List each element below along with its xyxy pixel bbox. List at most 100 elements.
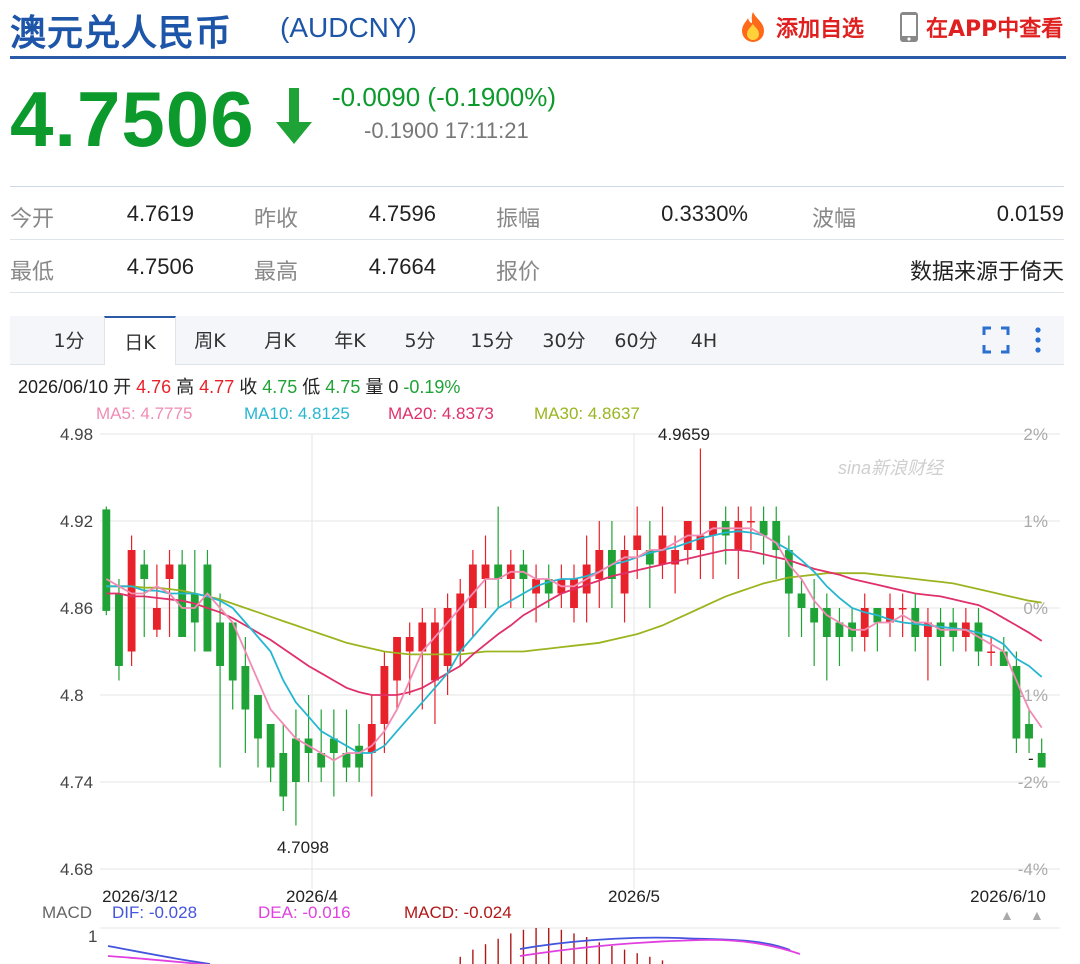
watermark-logo: sina新浪财经 bbox=[838, 458, 945, 478]
tab-1min[interactable]: 1分 bbox=[40, 316, 98, 364]
ma-legend-item: MA30: 4.8637 bbox=[534, 404, 640, 423]
stat-value: 0.3330% bbox=[661, 201, 748, 226]
x-tick-label: 2026/6/10 bbox=[970, 887, 1046, 906]
candle-body bbox=[228, 622, 237, 681]
fullscreen-icon[interactable] bbox=[982, 326, 1010, 354]
candle-body bbox=[570, 579, 578, 608]
phone-icon bbox=[900, 12, 918, 42]
candle-body bbox=[102, 509, 111, 611]
candle-info-part: 开 bbox=[108, 377, 136, 397]
stat-label: 最低 bbox=[10, 260, 55, 285]
tab-30min[interactable]: 30分 bbox=[532, 316, 596, 364]
tab-weekly-k[interactable]: 周K bbox=[180, 316, 240, 364]
candle-body bbox=[468, 564, 477, 608]
y-tick-label: 4.8 bbox=[60, 686, 84, 705]
ma-legend-item: MA10: 4.8125 bbox=[244, 404, 350, 423]
candle-info-part: 4.76 bbox=[136, 377, 171, 397]
candle-body bbox=[797, 593, 806, 608]
macd-value-legend: MACD: -0.024 bbox=[404, 903, 512, 922]
open-app-button[interactable]: 在APP中查看 bbox=[898, 10, 1063, 44]
last-price-marker: - bbox=[1028, 749, 1034, 768]
candle-body bbox=[784, 550, 793, 594]
stat-value: 4.7619 bbox=[126, 201, 194, 226]
candle-body bbox=[115, 593, 123, 666]
candle-info-part: -0.19% bbox=[398, 377, 460, 397]
candle-body bbox=[241, 666, 250, 710]
scroll-up-icon: ▲ bbox=[1000, 907, 1014, 923]
price-change-time: -0.1900 17:11:21 bbox=[364, 118, 529, 143]
candle-body bbox=[898, 608, 907, 610]
ma-legend-item: MA20: 4.8373 bbox=[388, 404, 494, 423]
data-source-note: 数据来源于倚天 bbox=[909, 260, 1064, 285]
open-app-label: 在APP中查看 bbox=[926, 17, 1064, 42]
candle-body bbox=[1037, 753, 1046, 768]
stat-label: 今开 bbox=[10, 207, 55, 232]
stat-value: 4.7596 bbox=[368, 201, 436, 226]
pct-tick-label: 1% bbox=[1023, 512, 1048, 531]
candle-body bbox=[1025, 724, 1033, 739]
candle-body bbox=[1012, 666, 1021, 739]
candle-body bbox=[456, 593, 465, 652]
y-tick-label: 4.74 bbox=[60, 773, 93, 792]
tab-15min[interactable]: 15分 bbox=[460, 316, 524, 364]
candle-body bbox=[481, 564, 490, 579]
stats-table: 今开 4.7619 昨收 4.7596 振幅 0.3330% 波幅 0.0159… bbox=[10, 186, 1064, 293]
candles bbox=[102, 448, 1046, 826]
min-price-label: 4.7098 bbox=[277, 838, 329, 857]
macd-y-tick: 1 bbox=[88, 927, 97, 946]
tab-60min[interactable]: 60分 bbox=[604, 316, 668, 364]
candle-info-part: 低 bbox=[297, 377, 325, 397]
candle-info-part: 4.75 bbox=[325, 377, 360, 397]
stat-value: 4.7506 bbox=[126, 254, 194, 279]
candle-body bbox=[734, 521, 743, 550]
pct-tick-label: -4% bbox=[1018, 860, 1048, 879]
candle-body bbox=[443, 608, 452, 666]
add-watchlist-button[interactable]: 添加自选 bbox=[736, 10, 864, 44]
scroll-down-icon: ▲ bbox=[1030, 907, 1044, 923]
price-change: -0.0090 (-0.1900%) bbox=[332, 82, 557, 112]
macd-dif-line bbox=[107, 936, 791, 964]
candle-info-part: 量 bbox=[360, 377, 388, 397]
candle-body bbox=[165, 564, 174, 579]
candle-body bbox=[431, 622, 439, 681]
candle-body bbox=[633, 535, 642, 550]
candle-body bbox=[279, 753, 288, 797]
tab-daily-k[interactable]: 日K bbox=[104, 316, 176, 365]
candle-body bbox=[127, 550, 136, 652]
candle-body bbox=[772, 521, 781, 550]
tab-4h[interactable]: 4H bbox=[676, 316, 732, 364]
stats-row: 今开 4.7619 昨收 4.7596 振幅 0.3330% 波幅 0.0159 bbox=[10, 187, 1064, 240]
tab-monthly-k[interactable]: 月K bbox=[250, 316, 310, 364]
kline-chart[interactable]: 2026/06/10 开 4.76 高 4.77 收 4.75 低 4.75 量… bbox=[0, 364, 1080, 964]
tab-5min[interactable]: 5分 bbox=[392, 316, 448, 364]
candle-body bbox=[216, 622, 224, 666]
candle-body bbox=[355, 745, 364, 768]
chart-grid: 4.98 2%4.92 1%4.86 0%4.8 -1%4.74 -2%4.68 -4%20… bbox=[60, 425, 1060, 906]
macd-dea-line bbox=[107, 938, 801, 964]
ma-lines bbox=[105, 527, 1043, 762]
pct-tick-label: 2% bbox=[1023, 425, 1048, 444]
candle-info-part: 0 bbox=[388, 377, 398, 397]
add-watchlist-label: 添加自选 bbox=[776, 17, 865, 42]
candle-body bbox=[393, 637, 401, 681]
more-menu-icon[interactable] bbox=[1032, 326, 1044, 354]
candle-info-part: 收 bbox=[234, 377, 262, 397]
macd-panel: MACD DIF: -0.028 DEA: -0.016 MACD: -0.024 1 ▲… bbox=[42, 903, 1060, 964]
header: 澳元兑人民币 (AUDCNY) 添加自选 在APP中查看 bbox=[10, 0, 1066, 59]
ma10-line bbox=[106, 530, 1043, 754]
stat-value: 0.0159 bbox=[996, 201, 1064, 226]
candle-info-part: 2026/06/10 bbox=[18, 377, 108, 397]
period-tabs: 1分 日K 周K 月K 年K 5分 15分 30分 60分 4H bbox=[10, 316, 1064, 365]
stat-label: 最高 bbox=[254, 260, 299, 285]
candle-info-part: 4.75 bbox=[262, 377, 297, 397]
y-tick-label: 4.68 bbox=[60, 860, 93, 879]
candle-body bbox=[367, 724, 376, 753]
y-tick-label: 4.98 bbox=[60, 425, 93, 444]
ma5-line bbox=[105, 527, 1043, 762]
pct-tick-label: -2% bbox=[1018, 773, 1048, 792]
macd-dea-legend: DEA: -0.016 bbox=[258, 903, 351, 922]
tab-yearly-k[interactable]: 年K bbox=[320, 316, 380, 364]
candle-body bbox=[292, 738, 300, 782]
page-title: 澳元兑人民币 bbox=[10, 13, 233, 54]
candle-info-part: 高 bbox=[171, 377, 199, 397]
